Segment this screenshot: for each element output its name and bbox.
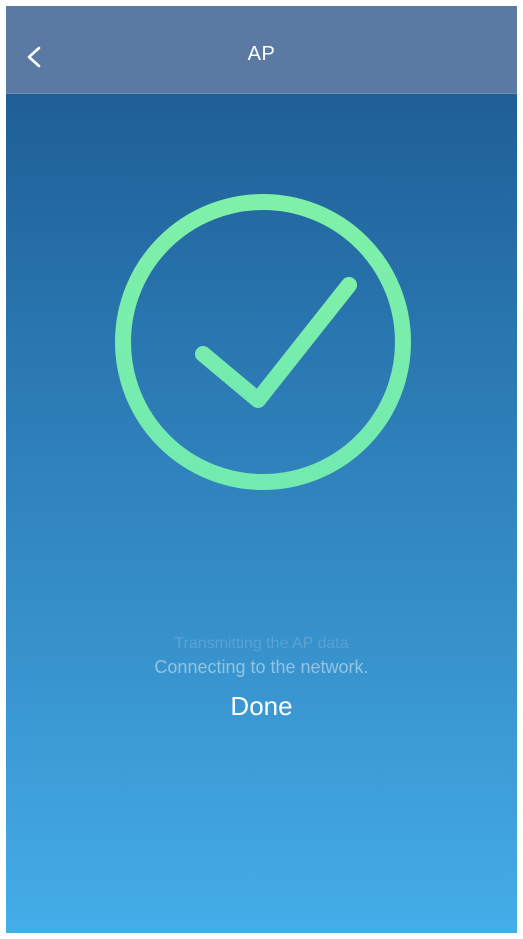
status-done: Done: [230, 691, 293, 721]
status-transmitting: Transmitting the AP data: [174, 635, 349, 652]
page-title: AP: [247, 43, 276, 65]
success-check: [112, 191, 414, 493]
nav-header: AP: [6, 6, 517, 94]
check-circle-icon: [115, 194, 411, 490]
status-connecting: Connecting to the network.: [154, 657, 369, 677]
status-lines: Transmitting the AP data Connecting to t…: [6, 634, 517, 722]
ap-config-screen: AP Transmitting the AP data Connecting t…: [6, 6, 517, 933]
